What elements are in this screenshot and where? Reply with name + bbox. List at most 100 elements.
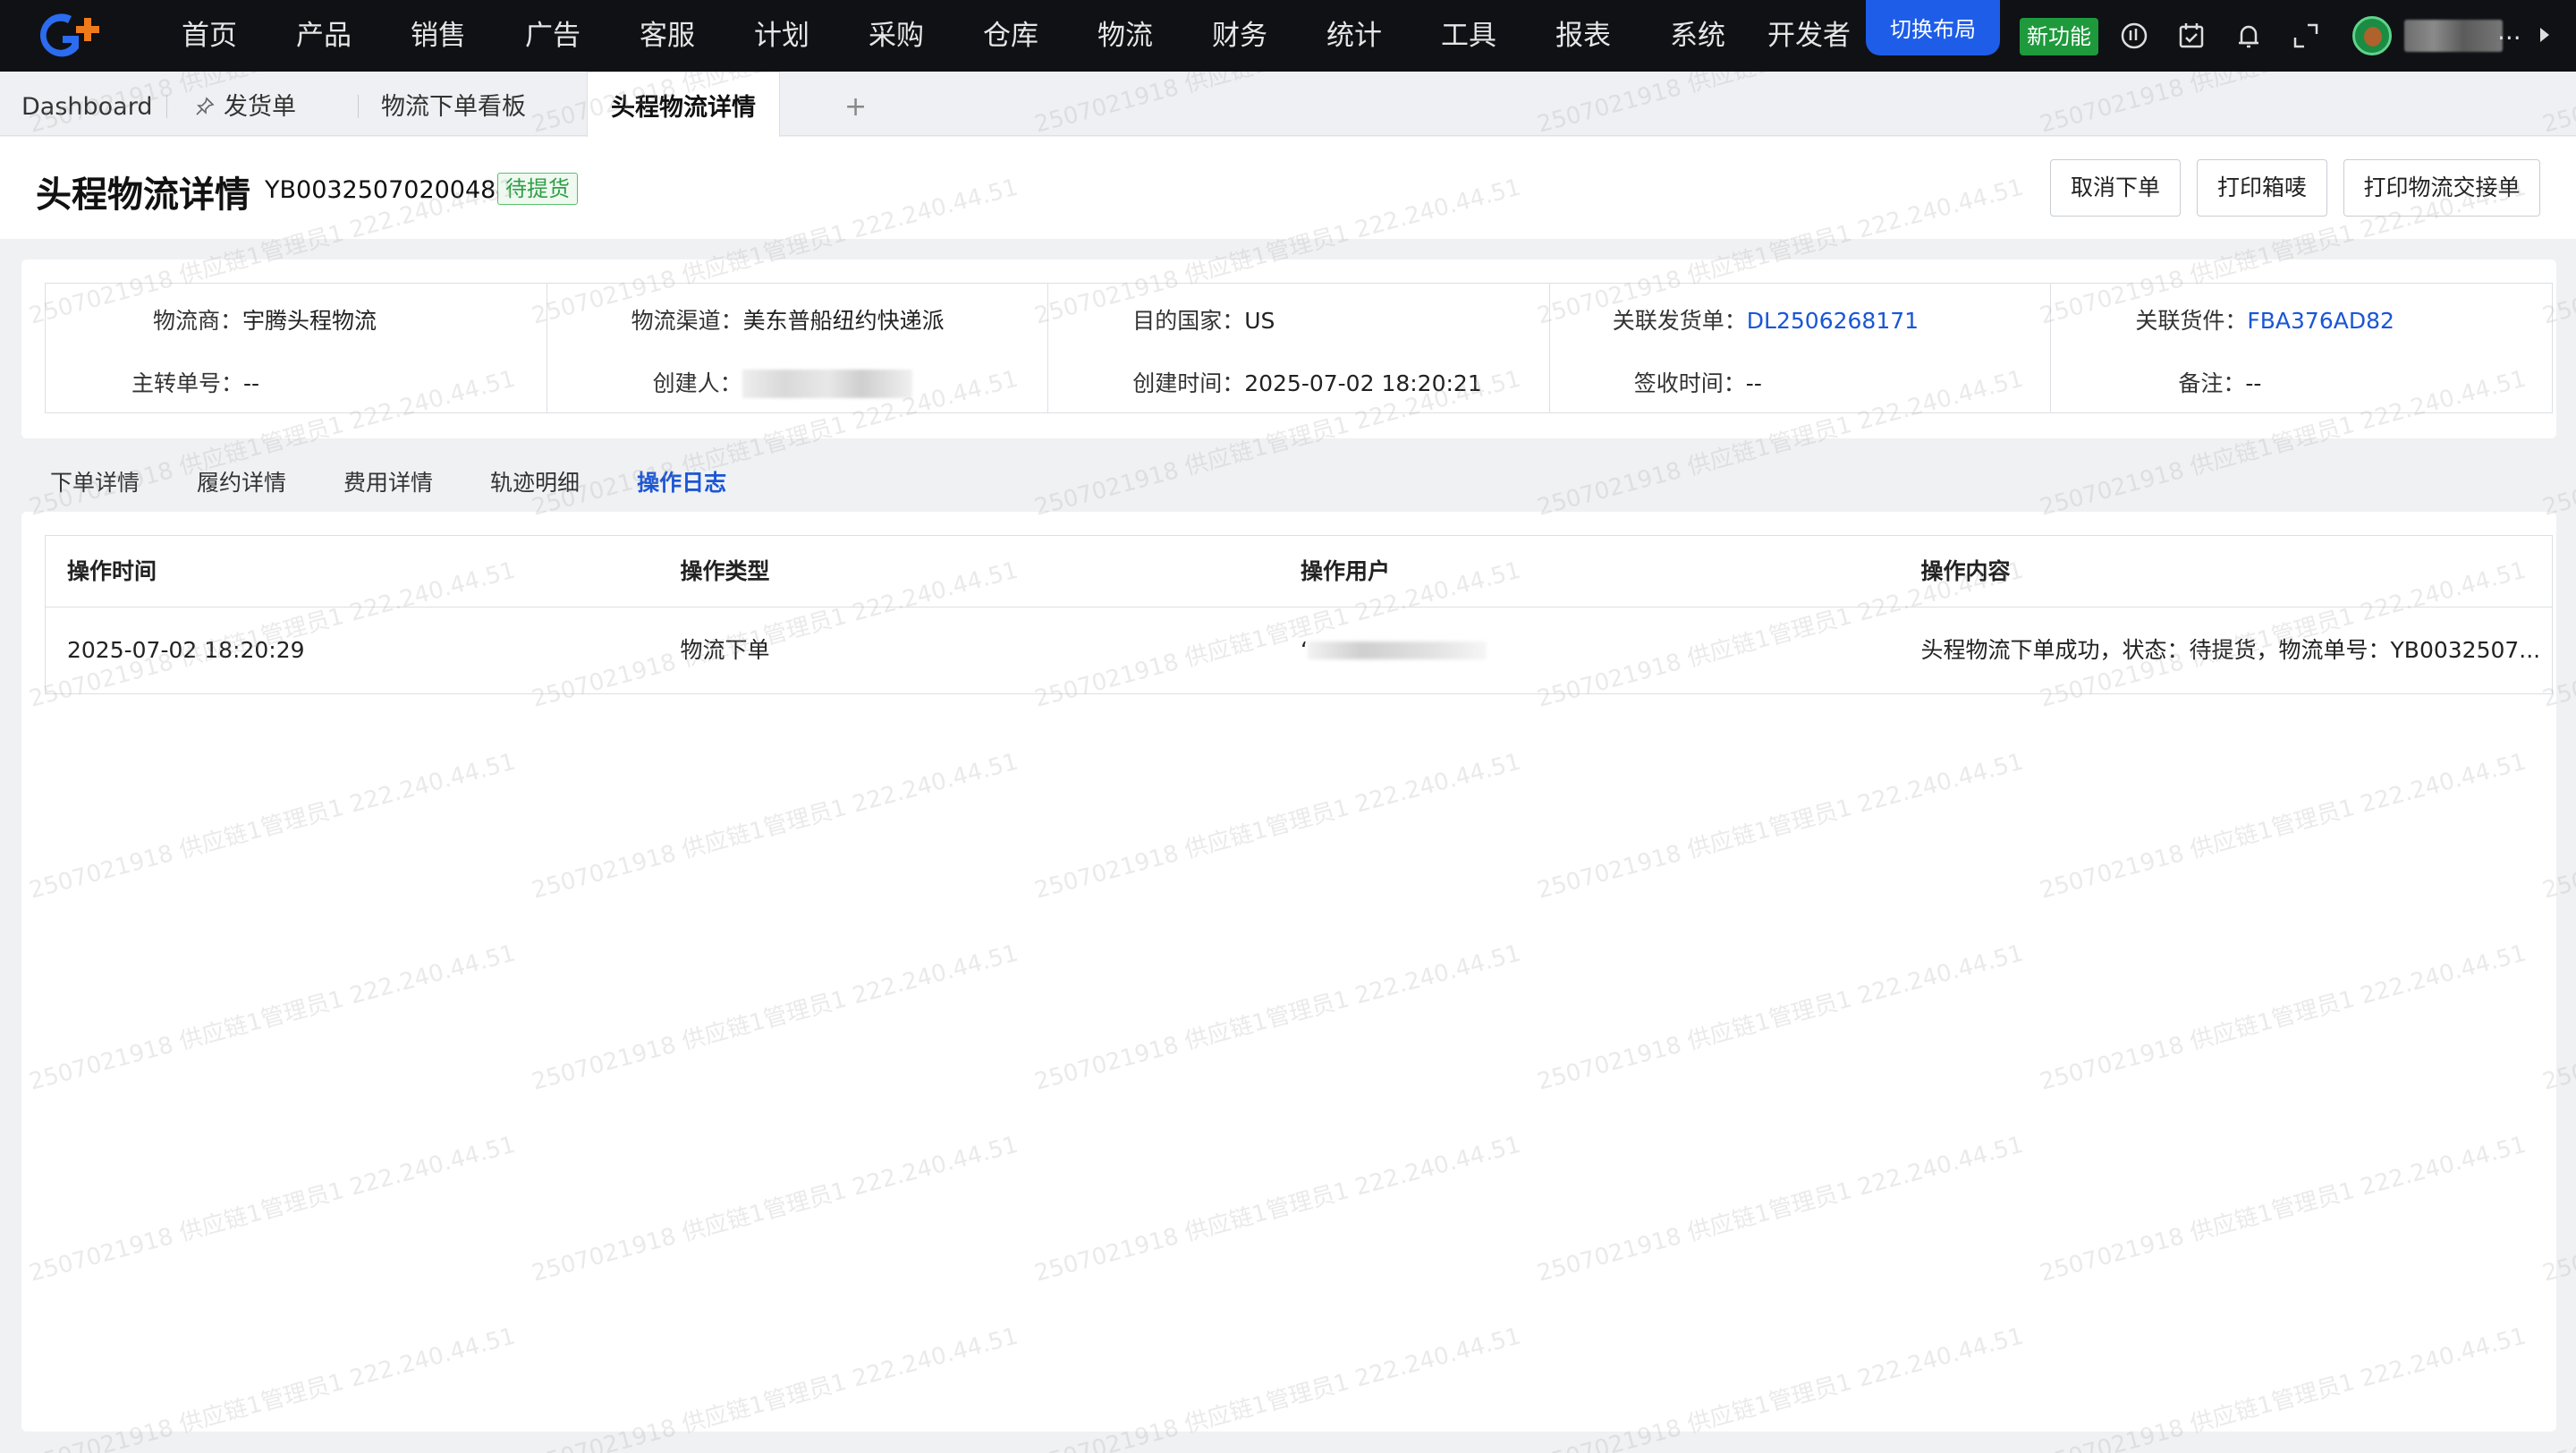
row-time: 2025-07-02 18:20:29 <box>67 637 305 663</box>
new-feature-button[interactable]: 新功能 <box>2020 18 2098 55</box>
caret-right-icon[interactable] <box>2540 28 2549 42</box>
page-header: 头程物流详情 YB00325070200484 待提货 取消下单 打印箱唛 打印… <box>0 137 2576 239</box>
info-panel: 物流商：宇腾头程物流 主转单号：-- 物流渠道：美东普船纽约快递派 创建人： 目… <box>21 259 2556 438</box>
creator-label: 创建人： <box>652 370 742 396</box>
main-no-field: 主转单号：-- <box>131 366 259 398</box>
carrier-field: 物流商：宇腾头程物流 <box>153 303 377 336</box>
col-type-header: 操作类型 <box>680 558 770 584</box>
username-ellipsis: ... <box>2497 16 2521 46</box>
page-title: 头程物流详情 <box>36 174 250 216</box>
menu-ads[interactable]: 广告 <box>496 0 610 72</box>
goods-link[interactable]: FBA376AD82 <box>2247 308 2394 334</box>
carrier-value: 宇腾头程物流 <box>242 308 377 334</box>
pin-icon[interactable] <box>195 97 215 116</box>
info-cell-channel: 物流渠道：美东普船纽约快递派 创建人： <box>547 284 1049 412</box>
channel-label: 物流渠道： <box>631 308 743 334</box>
goods-label: 关联货件： <box>2135 308 2248 334</box>
col-user-header: 操作用户 <box>1301 558 1391 584</box>
remark-label: 备注： <box>2178 370 2246 396</box>
cancel-order-button[interactable]: 取消下单 <box>2050 159 2181 217</box>
remark-field: 备注：-- <box>2178 366 2261 398</box>
channel-value: 美东普船纽约快递派 <box>742 308 945 334</box>
menu-logistics[interactable]: 物流 <box>1068 0 1182 72</box>
print-box-label-button[interactable]: 打印箱唛 <box>2197 159 2327 217</box>
menu-purchase[interactable]: 采购 <box>839 0 953 72</box>
channel-field: 物流渠道：美东普船纽约快递派 <box>631 303 945 336</box>
tab-tracking-detail[interactable]: 轨迹明细 <box>490 465 580 497</box>
menu-sales[interactable]: 销售 <box>381 0 496 72</box>
bell-icon[interactable] <box>2233 20 2265 52</box>
fullscreen-icon[interactable] <box>2290 20 2322 52</box>
username-redacted[interactable] <box>2404 20 2503 52</box>
tab-add-button[interactable]: + <box>844 72 867 136</box>
detail-tabs: 下单详情 履约详情 费用详情 轨迹明细 操作日志 <box>50 465 784 497</box>
tab-logistics-board[interactable]: 物流下单看板 <box>381 72 526 136</box>
created-label: 创建时间： <box>1132 370 1245 396</box>
operation-log-table: 操作时间 操作类型 操作用户 操作内容 2025-07-02 18:20:29 … <box>45 535 2553 694</box>
menu-tools[interactable]: 工具 <box>1411 0 1526 72</box>
menu-product[interactable]: 产品 <box>267 0 381 72</box>
shipment-link[interactable]: DL2506268171 <box>1747 308 1919 334</box>
tab-shipment[interactable]: 发货单 <box>195 72 296 136</box>
print-handover-button[interactable]: 打印物流交接单 <box>2343 159 2540 217</box>
menu-reports[interactable]: 报表 <box>1526 0 1640 72</box>
menu-service[interactable]: 客服 <box>610 0 724 72</box>
table-header: 操作时间 操作类型 操作用户 操作内容 <box>46 536 2552 608</box>
dashboard-gauge-icon[interactable] <box>2118 20 2150 52</box>
menu-system[interactable]: 系统 <box>1640 0 1755 72</box>
col-time-header: 操作时间 <box>67 558 157 584</box>
carrier-label: 物流商： <box>153 308 243 334</box>
menu-plan[interactable]: 计划 <box>724 0 839 72</box>
info-grid: 物流商：宇腾头程物流 主转单号：-- 物流渠道：美东普船纽约快递派 创建人： 目… <box>45 283 2553 413</box>
created-value: 2025-07-02 18:20:21 <box>1244 370 1482 396</box>
col-content-header: 操作内容 <box>1920 558 2011 584</box>
signed-field: 签收时间：-- <box>1634 366 1762 398</box>
row-user: ‘ <box>1279 608 1900 693</box>
main-menu: 首页 产品 销售 广告 客服 计划 采购 仓库 物流 财务 统计 工具 报表 系… <box>152 0 1853 72</box>
table-row: 2025-07-02 18:20:29 物流下单 ‘ 头程物流下单成功，状态：待… <box>46 608 2552 693</box>
menu-finance[interactable]: 财务 <box>1182 0 1297 72</box>
shipment-label: 关联发货单： <box>1612 308 1747 334</box>
main-no-value: -- <box>243 370 260 396</box>
main-no-label: 主转单号： <box>131 370 244 396</box>
creator-redacted <box>741 370 912 398</box>
created-field: 创建时间：2025-07-02 18:20:21 <box>1132 366 1482 398</box>
signed-label: 签收时间： <box>1633 370 1746 396</box>
row-content: 头程物流下单成功，状态：待提货，物流单号：YB0032507... <box>1920 637 2541 663</box>
order-number: YB00325070200484 <box>265 176 512 204</box>
menu-stats[interactable]: 统计 <box>1297 0 1411 72</box>
tab-fulfillment-detail[interactable]: 履约详情 <box>197 465 286 497</box>
tab-divider <box>166 95 167 118</box>
tab-logistics-detail[interactable]: 头程物流详情 <box>587 72 780 140</box>
tab-cost-detail[interactable]: 费用详情 <box>343 465 433 497</box>
switch-layout-button[interactable]: 切换布局 <box>1866 0 2000 55</box>
tab-strip: Dashboard 发货单 物流下单看板 头程物流详情 + <box>0 72 2576 140</box>
menu-home[interactable]: 首页 <box>152 0 267 72</box>
info-cell-goods: 关联货件：FBA376AD82 备注：-- <box>2051 284 2552 412</box>
tab-dashboard[interactable]: Dashboard <box>21 72 152 136</box>
goods-field: 关联货件：FBA376AD82 <box>2135 303 2394 336</box>
row-user-text: ‘ <box>1301 637 1308 663</box>
avatar[interactable] <box>2352 16 2392 55</box>
log-panel: 操作时间 操作类型 操作用户 操作内容 2025-07-02 18:20:29 … <box>21 512 2556 1432</box>
signed-value: -- <box>1745 370 1762 396</box>
logo-icon[interactable] <box>29 9 114 63</box>
info-cell-carrier: 物流商：宇腾头程物流 主转单号：-- <box>46 284 547 412</box>
tab-order-detail[interactable]: 下单详情 <box>50 465 140 497</box>
info-cell-shipment: 关联发货单：DL2506268171 签收时间：-- <box>1550 284 2052 412</box>
creator-field: 创建人： <box>653 366 912 398</box>
user-redacted <box>1307 642 1487 659</box>
calendar-check-icon[interactable] <box>2175 20 2207 52</box>
tab-shipment-label: 发货单 <box>224 93 296 121</box>
menu-warehouse[interactable]: 仓库 <box>953 0 1068 72</box>
country-field: 目的国家：US <box>1132 303 1275 336</box>
info-cell-country: 目的国家：US 创建时间：2025-07-02 18:20:21 <box>1048 284 1550 412</box>
tab-divider <box>358 95 359 118</box>
status-badge: 待提货 <box>497 173 578 205</box>
tab-operation-log[interactable]: 操作日志 <box>637 465 726 497</box>
shipment-field: 关联发货单：DL2506268171 <box>1613 303 1919 336</box>
menu-developer[interactable]: 开发者 <box>1755 0 1853 72</box>
top-nav: 首页 产品 销售 广告 客服 计划 采购 仓库 物流 财务 统计 工具 报表 系… <box>0 0 2576 72</box>
remark-value: -- <box>2245 370 2262 396</box>
country-value: US <box>1244 308 1275 334</box>
